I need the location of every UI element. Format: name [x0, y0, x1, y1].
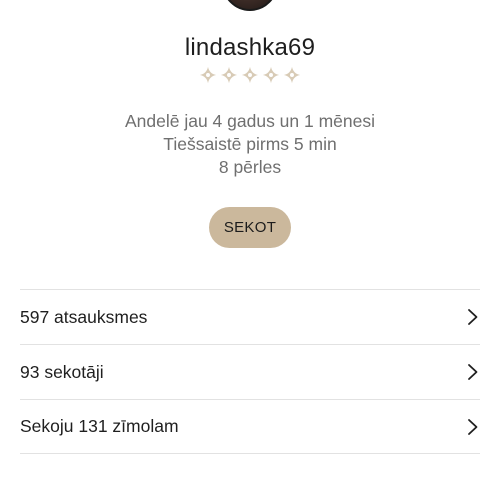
list-item-following-brands[interactable]: Sekoju 131 zīmolam: [20, 399, 480, 454]
last-seen-text: Tiešsaistē pirms 5 min: [163, 134, 337, 154]
chevron-right-icon: [468, 418, 478, 435]
profile-links-list: 597 atsauksmes 93 sekotāji Sekoju 131 zī…: [20, 289, 480, 454]
star-icon: [262, 66, 280, 84]
follow-button[interactable]: SEKOT: [209, 207, 291, 248]
chevron-right-icon: [468, 364, 478, 380]
username: lindashka69: [184, 34, 316, 61]
profile-info: Andelē jau 4 gadus un 1 mēnesi Tiešsaist…: [0, 110, 500, 179]
list-item-label: 93 sekotāji: [20, 361, 104, 382]
list-item-reviews[interactable]: 597 atsauksmes: [20, 289, 480, 344]
rating-stars: [0, 66, 500, 84]
list-item-label: Sekoju 131 zīmolam: [20, 416, 179, 436]
star-icon: [241, 66, 259, 84]
avatar[interactable]: [222, 0, 278, 11]
star-icon: [283, 66, 301, 84]
member-since-text: Andelē jau 4 gadus un 1 mēnesi: [124, 111, 376, 131]
pearls-text: 8 pērles: [218, 157, 282, 177]
profile-screen: lindashka69 Andelē jau 4 gadus un 1 mēne…: [0, 0, 500, 500]
list-item-followers[interactable]: 93 sekotāji: [20, 344, 480, 399]
star-icon: [199, 66, 217, 84]
list-item-label: 597 atsauksmes: [20, 306, 148, 327]
chevron-right-icon: [468, 309, 478, 325]
star-icon: [220, 66, 238, 84]
